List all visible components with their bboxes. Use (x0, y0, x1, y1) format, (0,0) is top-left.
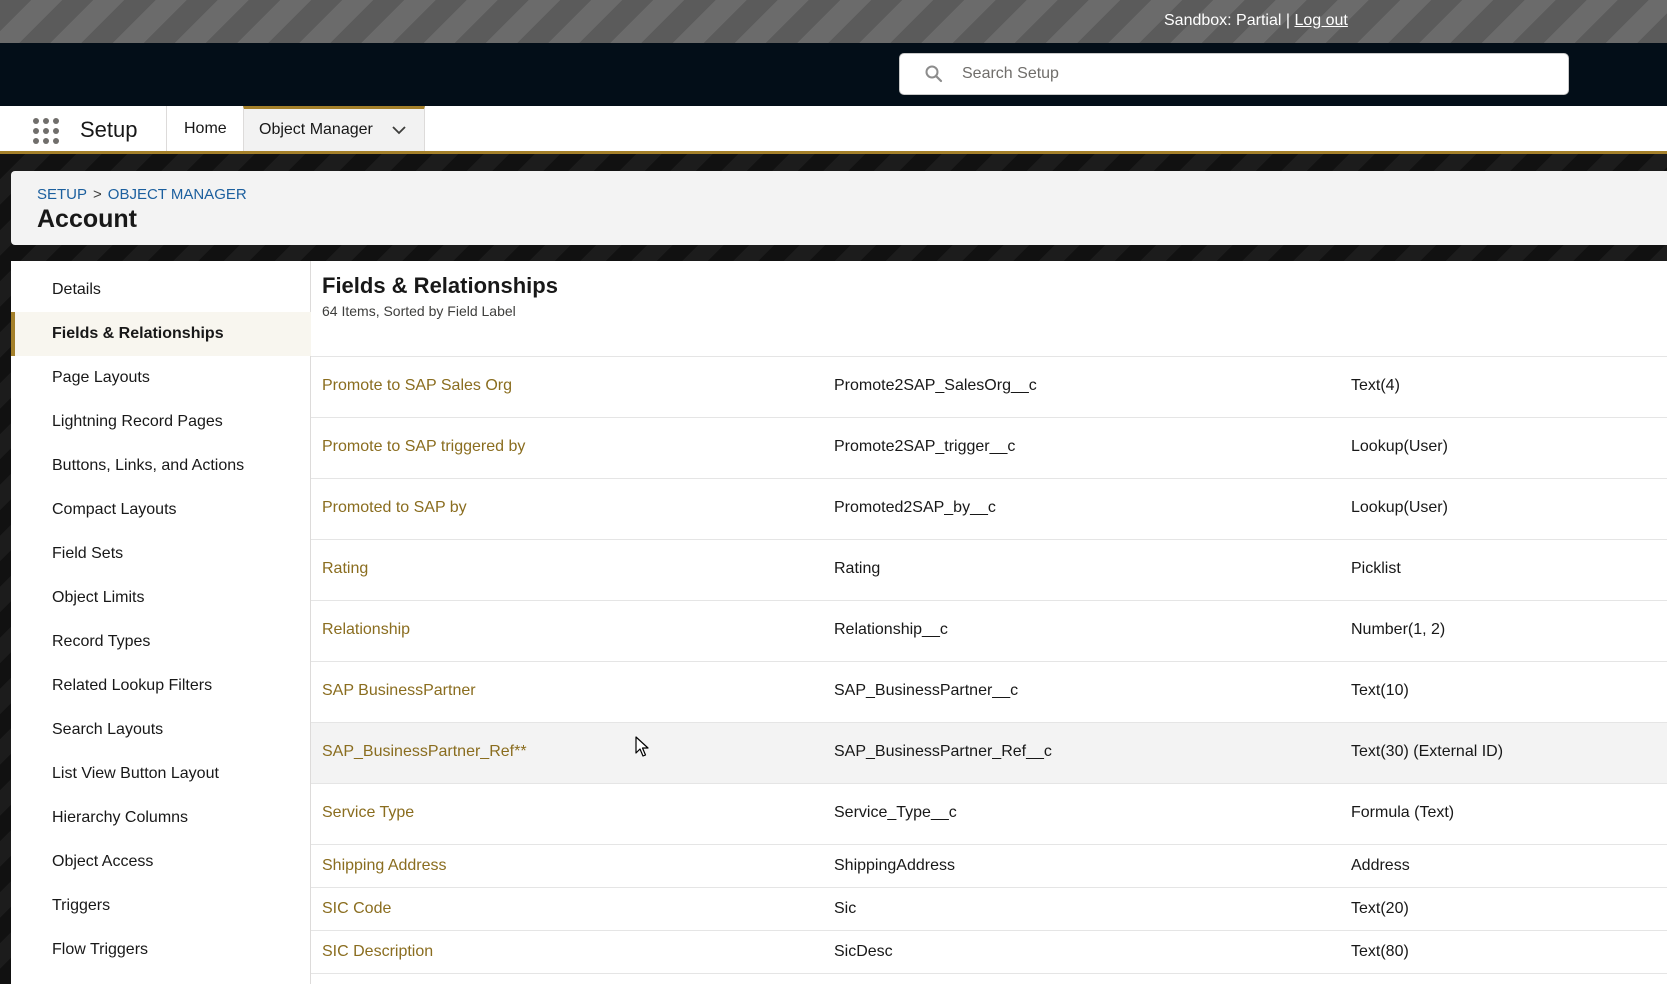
sidebar-item-triggers[interactable]: Triggers (11, 884, 311, 928)
field-data-type: Formula (Text) (1351, 804, 1455, 821)
sidebar-item-compact-layouts[interactable]: Compact Layouts (11, 488, 311, 532)
sidebar-item-lightning-record-pages[interactable]: Lightning Record Pages (11, 400, 311, 444)
global-header (0, 43, 1667, 106)
sidebar-item-object-access[interactable]: Object Access (11, 840, 311, 884)
field-data-type: Lookup(User) (1351, 438, 1448, 455)
search-box[interactable] (899, 53, 1569, 95)
sidebar-item-page-layouts[interactable]: Page Layouts (11, 356, 311, 400)
sidebar: Details Fields & Relationships Page Layo… (11, 261, 311, 984)
sandbox-label: Sandbox: Partial | (1164, 12, 1295, 29)
table-row: SAP BusinessPartner SAP_BusinessPartner_… (311, 662, 1667, 723)
sidebar-item-related-lookup-filters[interactable]: Related Lookup Filters (11, 664, 311, 708)
nav-tab-object-manager[interactable]: Object Manager (243, 106, 425, 151)
search-icon (925, 65, 943, 83)
field-label-link[interactable]: Rating (322, 560, 368, 578)
nav-divider (166, 106, 167, 151)
field-api-name: Rating (834, 560, 881, 577)
table-row: SAP_BusinessPartner_Ref** SAP_BusinessPa… (311, 723, 1667, 784)
field-data-type: Text(30) (External ID) (1351, 743, 1504, 760)
field-data-type: Lookup(User) (1351, 499, 1448, 516)
chevron-down-icon[interactable] (391, 122, 407, 138)
table-row: Promote to SAP triggered by Promote2SAP_… (311, 418, 1667, 479)
content-subtitle: 64 Items, Sorted by Field Label (322, 303, 516, 319)
field-label-link[interactable]: Relationship (322, 621, 410, 639)
sandbox-status: Sandbox: Partial | Log out (1164, 12, 1348, 30)
mouse-cursor-icon (635, 736, 649, 757)
waffle-icon[interactable] (32, 117, 60, 145)
field-data-type: Text(10) (1351, 682, 1409, 699)
field-data-type: Address (1351, 857, 1410, 874)
field-label-link[interactable]: SAP BusinessPartner (322, 682, 476, 700)
table-row: Service Type Service_Type__c Formula (Te… (311, 784, 1667, 845)
sidebar-item-search-layouts[interactable]: Search Layouts (11, 708, 311, 752)
table-row: Shipping Address ShippingAddress Address (311, 845, 1667, 888)
field-api-name: SAP_BusinessPartner_Ref__c (834, 743, 1052, 760)
table-row: SIC Description SicDesc Text(80) (311, 931, 1667, 974)
sidebar-item-details[interactable]: Details (11, 268, 311, 312)
breadcrumb-setup[interactable]: SETUP (37, 186, 87, 203)
field-data-type: Text(4) (1351, 377, 1400, 394)
field-data-type: Text(20) (1351, 900, 1409, 917)
nav-tab-object-manager-label: Object Manager (259, 121, 373, 138)
sidebar-item-buttons-links-actions[interactable]: Buttons, Links, and Actions (11, 444, 311, 488)
field-label-link[interactable]: SIC Description (322, 943, 433, 961)
breadcrumb: SETUP > OBJECT MANAGER (37, 186, 247, 203)
sidebar-item-hierarchy-columns[interactable]: Hierarchy Columns (11, 796, 311, 840)
table-row: Rating Rating Picklist (311, 540, 1667, 601)
field-data-type: Picklist (1351, 560, 1401, 577)
table-row: SIC Code Sic Text(20) (311, 888, 1667, 931)
field-label-link[interactable]: Promote to SAP triggered by (322, 438, 525, 456)
sidebar-item-field-sets[interactable]: Field Sets (11, 532, 311, 576)
sandbox-bar: Sandbox: Partial | Log out (0, 0, 1667, 43)
context-bar: Setup Home Object Manager (0, 106, 1667, 154)
field-api-name: Relationship__c (834, 621, 948, 638)
logout-link[interactable]: Log out (1294, 12, 1347, 29)
field-label-link[interactable]: SIC Code (322, 900, 391, 918)
page-title: Account (37, 205, 137, 233)
sidebar-item-list-view-button-layout[interactable]: List View Button Layout (11, 752, 311, 796)
field-api-name: Service_Type__c (834, 804, 957, 821)
breadcrumb-object-manager[interactable]: OBJECT MANAGER (108, 186, 247, 203)
field-api-name: SicDesc (834, 943, 893, 960)
field-label-link[interactable]: SAP_BusinessPartner_Ref** (322, 743, 527, 761)
page-header: SETUP > OBJECT MANAGER Account (11, 171, 1667, 245)
field-api-name: SAP_BusinessPartner__c (834, 682, 1019, 699)
app-name: Setup (80, 117, 138, 142)
field-api-name: Promoted2SAP_by__c (834, 499, 996, 516)
main-panel: Details Fields & Relationships Page Layo… (11, 261, 1667, 984)
fields-content: Fields & Relationships 64 Items, Sorted … (311, 261, 1667, 984)
field-label-link[interactable]: Promoted to SAP by (322, 499, 467, 517)
content-title: Fields & Relationships (322, 273, 558, 298)
field-api-name: Sic (834, 900, 857, 917)
field-api-name: ShippingAddress (834, 857, 955, 874)
sidebar-item-object-limits[interactable]: Object Limits (11, 576, 311, 620)
field-label-link[interactable]: Promote to SAP Sales Org (322, 377, 512, 395)
field-data-type: Text(80) (1351, 943, 1409, 960)
table-row: Relationship Relationship__c Number(1, 2… (311, 601, 1667, 662)
field-api-name: Promote2SAP_trigger__c (834, 438, 1016, 455)
nav-tab-home[interactable]: Home (168, 106, 243, 151)
field-label-link[interactable]: Service Type (322, 804, 414, 822)
sidebar-item-flow-triggers[interactable]: Flow Triggers (11, 928, 311, 972)
sidebar-item-record-types[interactable]: Record Types (11, 620, 311, 664)
search-input[interactable] (962, 65, 1522, 83)
sidebar-item-fields-relationships[interactable]: Fields & Relationships (11, 312, 311, 356)
field-label-link[interactable]: Shipping Address (322, 857, 447, 875)
field-api-name: Promote2SAP_SalesOrg__c (834, 377, 1037, 394)
table-row: Promoted to SAP by Promoted2SAP_by__c Lo… (311, 479, 1667, 540)
table-row: Promote to SAP Sales Org Promote2SAP_Sal… (311, 357, 1667, 418)
breadcrumb-separator: > (93, 186, 102, 203)
field-data-type: Number(1, 2) (1351, 621, 1446, 638)
